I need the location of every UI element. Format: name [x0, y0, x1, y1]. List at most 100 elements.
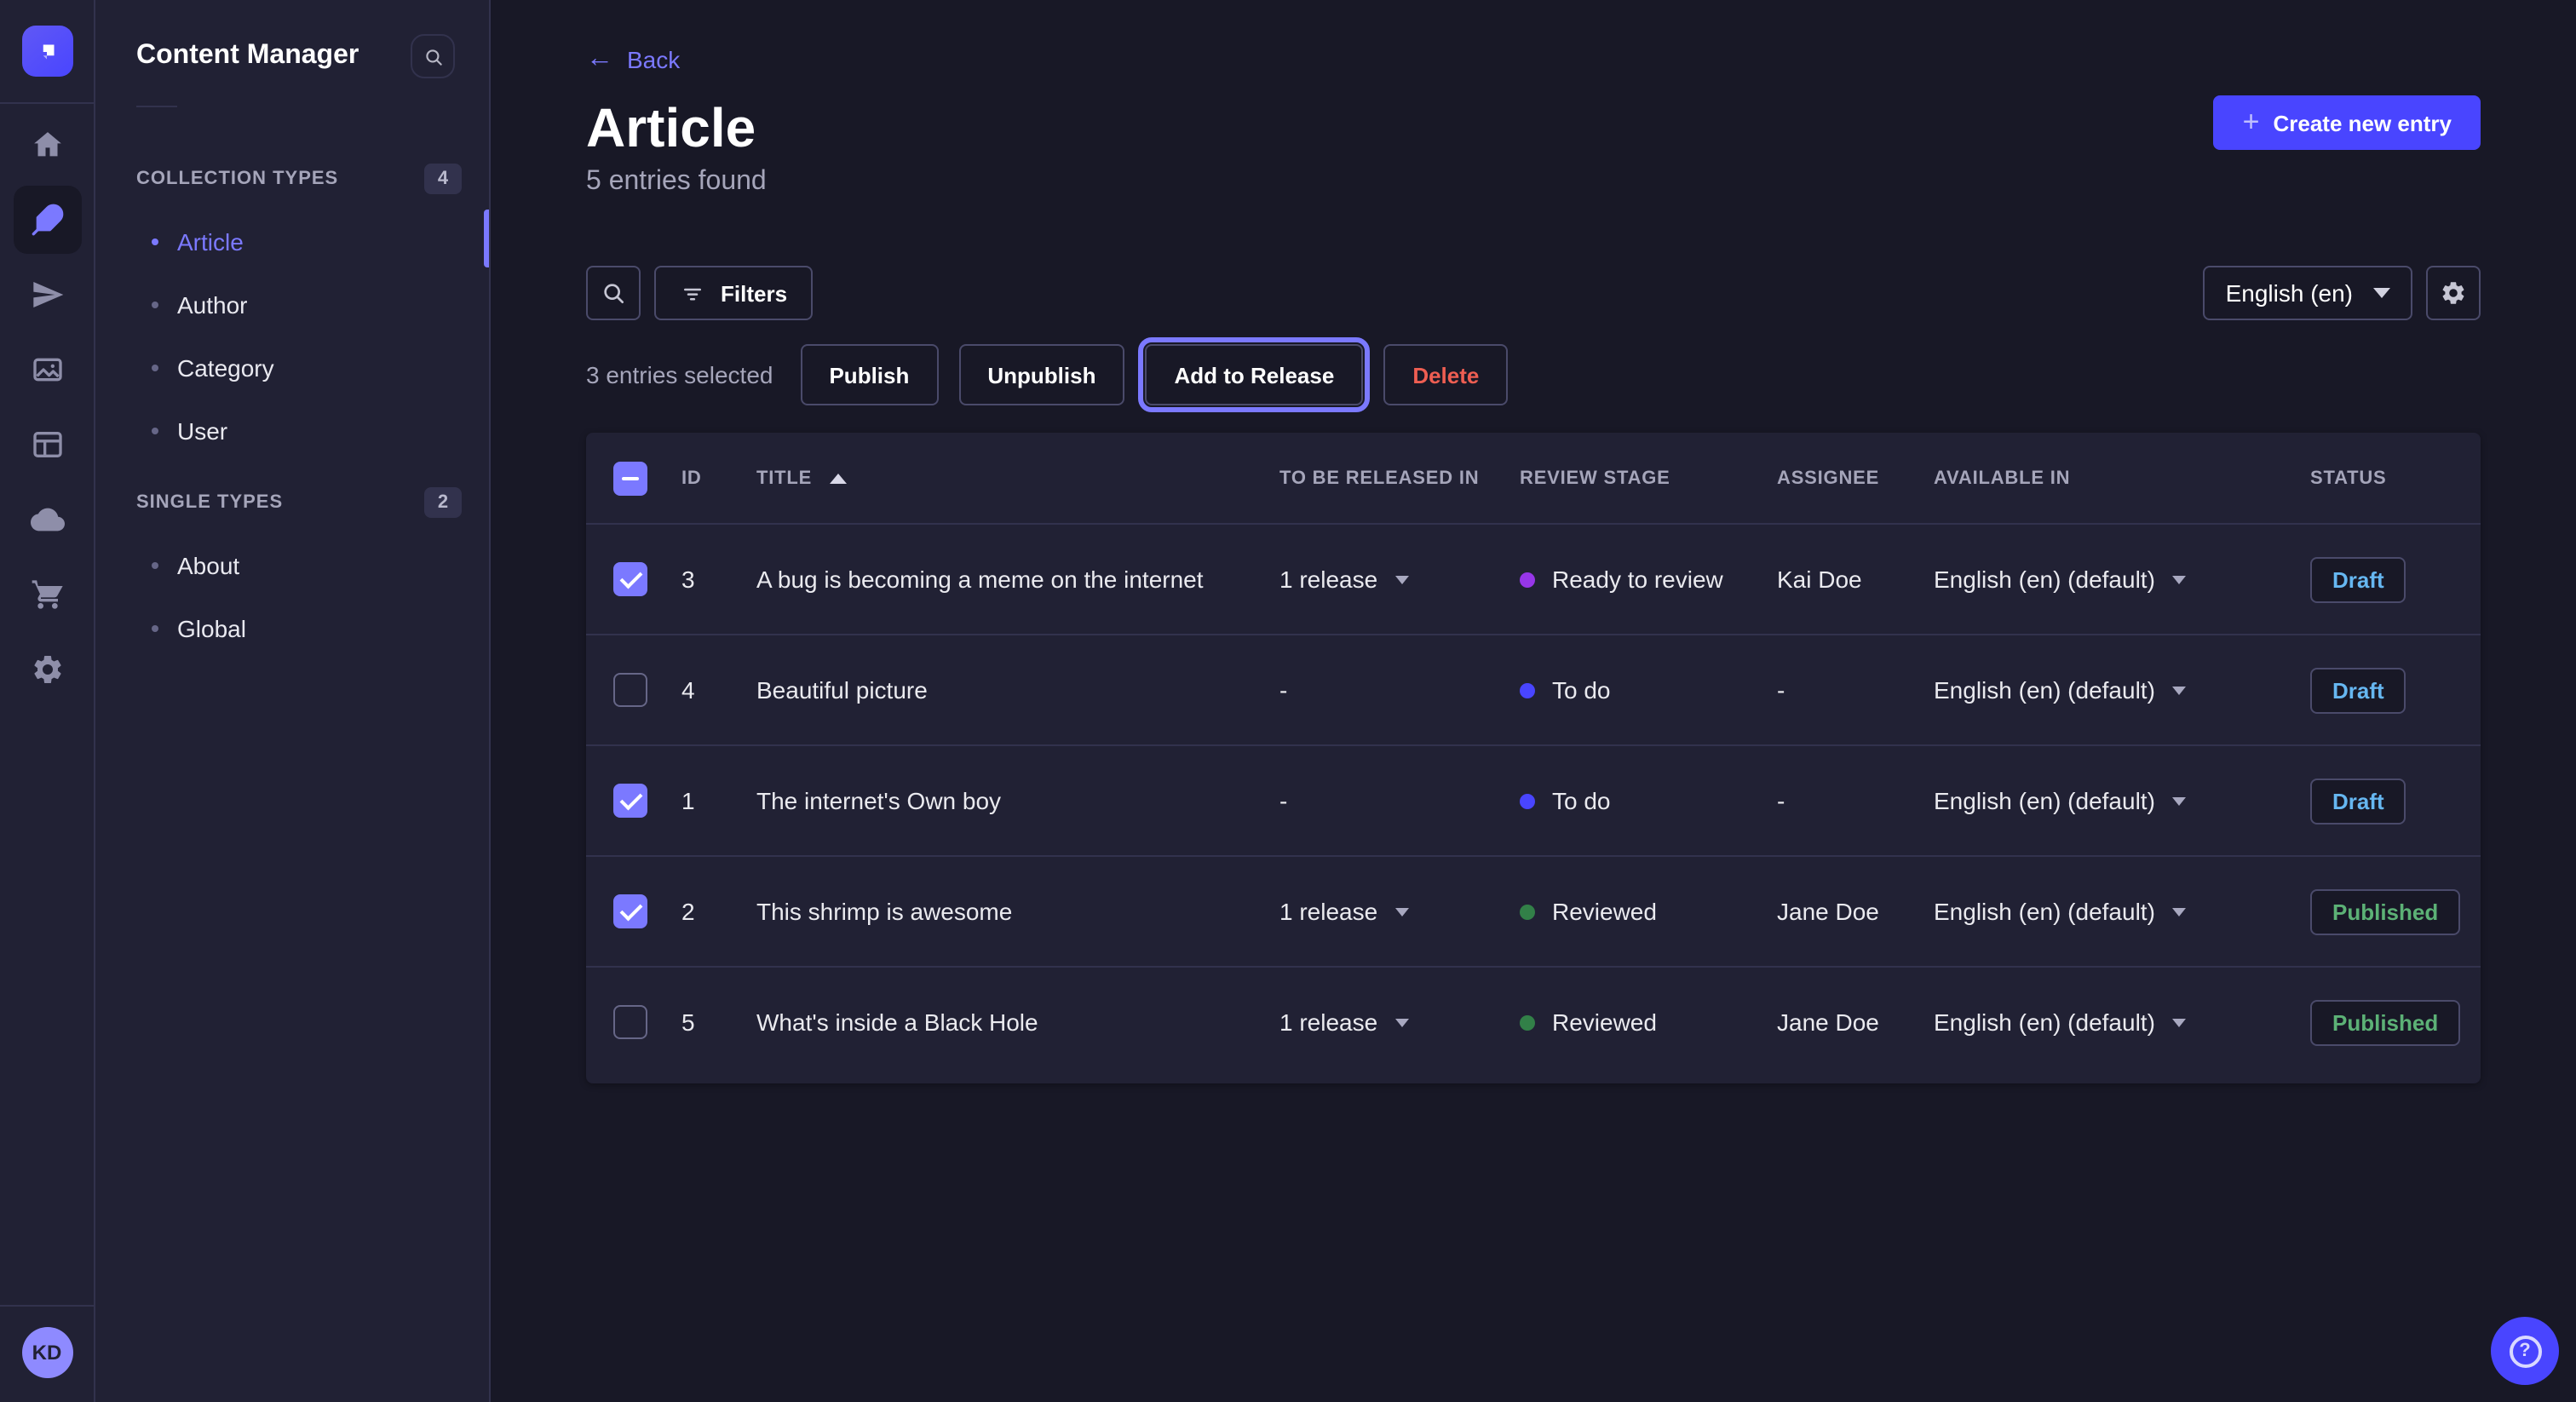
media-library-images-icon[interactable] — [13, 336, 81, 404]
sidebar-item-category[interactable]: Category — [95, 336, 489, 399]
search-button[interactable] — [586, 266, 641, 320]
column-header-title[interactable]: TITLE — [756, 468, 1279, 488]
table-row[interactable]: 3 A bug is becoming a meme on the intern… — [586, 523, 2481, 634]
user-avatar[interactable]: KD — [21, 1327, 72, 1378]
cell-release[interactable]: 1 release — [1279, 1008, 1520, 1036]
cell-review-stage: Ready to review — [1520, 566, 1777, 593]
chevron-down-icon — [1394, 907, 1408, 916]
content-type-builder-layout-icon[interactable] — [13, 411, 81, 479]
cell-assignee: Kai Doe — [1777, 566, 1934, 593]
column-header-id[interactable]: ID — [681, 468, 756, 488]
bullet-icon — [152, 364, 158, 371]
cell-available-in[interactable]: English (en) (default) — [1934, 676, 2310, 704]
help-button[interactable]: ? — [2491, 1317, 2559, 1385]
column-header-release[interactable]: TO BE RELEASED IN — [1279, 468, 1520, 488]
cell-review-stage: Reviewed — [1520, 1008, 1777, 1036]
strapi-mark — [32, 37, 61, 66]
collection-types-count-badge: 4 — [424, 164, 462, 194]
section-label-collection-types: COLLECTION TYPES — [136, 169, 338, 189]
settings-gear-icon[interactable] — [13, 635, 81, 704]
cell-available-in[interactable]: English (en) (default) — [1934, 1008, 2310, 1036]
bullet-icon — [152, 561, 158, 568]
cell-title: The internet's Own boy — [756, 787, 1279, 814]
filter-icon — [680, 280, 705, 306]
content-manager-feather-icon[interactable] — [13, 186, 81, 254]
view-settings-button[interactable] — [2426, 266, 2481, 320]
cell-title: What's inside a Black Hole — [756, 1008, 1279, 1036]
row-checkbox[interactable] — [613, 673, 647, 707]
unpublish-button[interactable]: Unpublish — [958, 344, 1124, 405]
stage-dot-icon — [1520, 1014, 1535, 1030]
column-header-stage[interactable]: REVIEW STAGE — [1520, 468, 1777, 488]
sidebar-item-user[interactable]: User — [95, 399, 489, 462]
cell-title: Beautiful picture — [756, 676, 1279, 704]
cell-id: 5 — [681, 1008, 756, 1036]
stage-dot-icon — [1520, 682, 1535, 698]
cell-release[interactable]: - — [1279, 787, 1520, 814]
releases-send-icon[interactable] — [13, 261, 81, 329]
home-icon[interactable] — [13, 111, 81, 179]
select-all-checkbox[interactable] — [613, 461, 647, 495]
subnav-divider — [136, 106, 177, 107]
cell-available-in[interactable]: English (en) (default) — [1934, 566, 2310, 593]
status-badge: Published — [2310, 999, 2460, 1045]
stage-dot-icon — [1520, 793, 1535, 808]
gear-icon — [2440, 279, 2467, 307]
cell-release[interactable]: 1 release — [1279, 566, 1520, 593]
cell-available-in[interactable]: English (en) (default) — [1934, 787, 2310, 814]
subnav-search-button[interactable] — [411, 34, 455, 78]
chevron-down-icon — [2172, 1018, 2186, 1026]
rail-header — [0, 0, 94, 104]
cell-id: 2 — [681, 898, 756, 925]
row-checkbox[interactable] — [613, 562, 647, 596]
cell-review-stage: Reviewed — [1520, 898, 1777, 925]
cell-id: 4 — [681, 676, 756, 704]
chevron-down-icon — [2172, 575, 2186, 583]
sort-ascending-icon — [829, 473, 846, 483]
sidebar-item-article[interactable]: Article — [95, 210, 489, 273]
cell-status: Draft — [2310, 667, 2481, 713]
cell-release[interactable]: 1 release — [1279, 898, 1520, 925]
help-question-icon: ? — [2509, 1335, 2541, 1367]
sidebar-item-about[interactable]: About — [95, 533, 489, 596]
cell-status: Published — [2310, 888, 2481, 934]
cell-title: A bug is becoming a meme on the internet — [756, 566, 1279, 593]
row-checkbox[interactable] — [613, 894, 647, 928]
cell-available-in[interactable]: English (en) (default) — [1934, 898, 2310, 925]
strapi-logo-icon[interactable] — [21, 26, 72, 77]
single-types-count-badge: 2 — [424, 487, 462, 518]
row-checkbox[interactable] — [613, 1005, 647, 1039]
table-header-row: ID TITLE TO BE RELEASED IN REVIEW STAGE … — [586, 433, 2481, 523]
cell-assignee: - — [1777, 787, 1934, 814]
sidebar-item-author[interactable]: Author — [95, 273, 489, 336]
table-row[interactable]: 2 This shrimp is awesome 1 release Revie… — [586, 855, 2481, 966]
stage-dot-icon — [1520, 572, 1535, 587]
back-link[interactable]: ← Back — [586, 46, 680, 73]
locale-select[interactable]: English (en) — [2204, 266, 2412, 320]
entries-table: ID TITLE TO BE RELEASED IN REVIEW STAGE … — [586, 433, 2481, 1083]
marketplace-cart-icon[interactable] — [13, 560, 81, 629]
chevron-down-icon — [2172, 686, 2186, 694]
delete-button[interactable]: Delete — [1383, 344, 1508, 405]
table-row[interactable]: 4 Beautiful picture - To do - English (e… — [586, 634, 2481, 744]
column-header-available[interactable]: AVAILABLE IN — [1934, 468, 2310, 488]
collection-types-list: Article Author Category User — [95, 210, 489, 462]
table-row[interactable]: 5 What's inside a Black Hole 1 release R… — [586, 966, 2481, 1077]
cell-release[interactable]: - — [1279, 676, 1520, 704]
cell-title: This shrimp is awesome — [756, 898, 1279, 925]
bullet-icon — [152, 427, 158, 434]
column-header-status[interactable]: STATUS — [2310, 468, 2481, 488]
sidebar-item-global[interactable]: Global — [95, 596, 489, 659]
table-row[interactable]: 1 The internet's Own boy - To do - Engli… — [586, 744, 2481, 855]
create-new-entry-button[interactable]: + Create new entry — [2214, 95, 2481, 150]
rail-footer: KD — [0, 1305, 94, 1402]
row-checkbox[interactable] — [613, 784, 647, 818]
publish-button[interactable]: Publish — [800, 344, 938, 405]
column-header-assignee[interactable]: ASSIGNEE — [1777, 468, 1934, 488]
deploy-cloud-icon[interactable] — [13, 486, 81, 554]
filters-button[interactable]: Filters — [654, 266, 813, 320]
add-to-release-button[interactable]: Add to Release — [1145, 344, 1363, 405]
stage-dot-icon — [1520, 904, 1535, 919]
rail-nav — [13, 104, 81, 704]
subnav-panel: Content Manager COLLECTION TYPES 4 Artic… — [95, 0, 491, 1402]
